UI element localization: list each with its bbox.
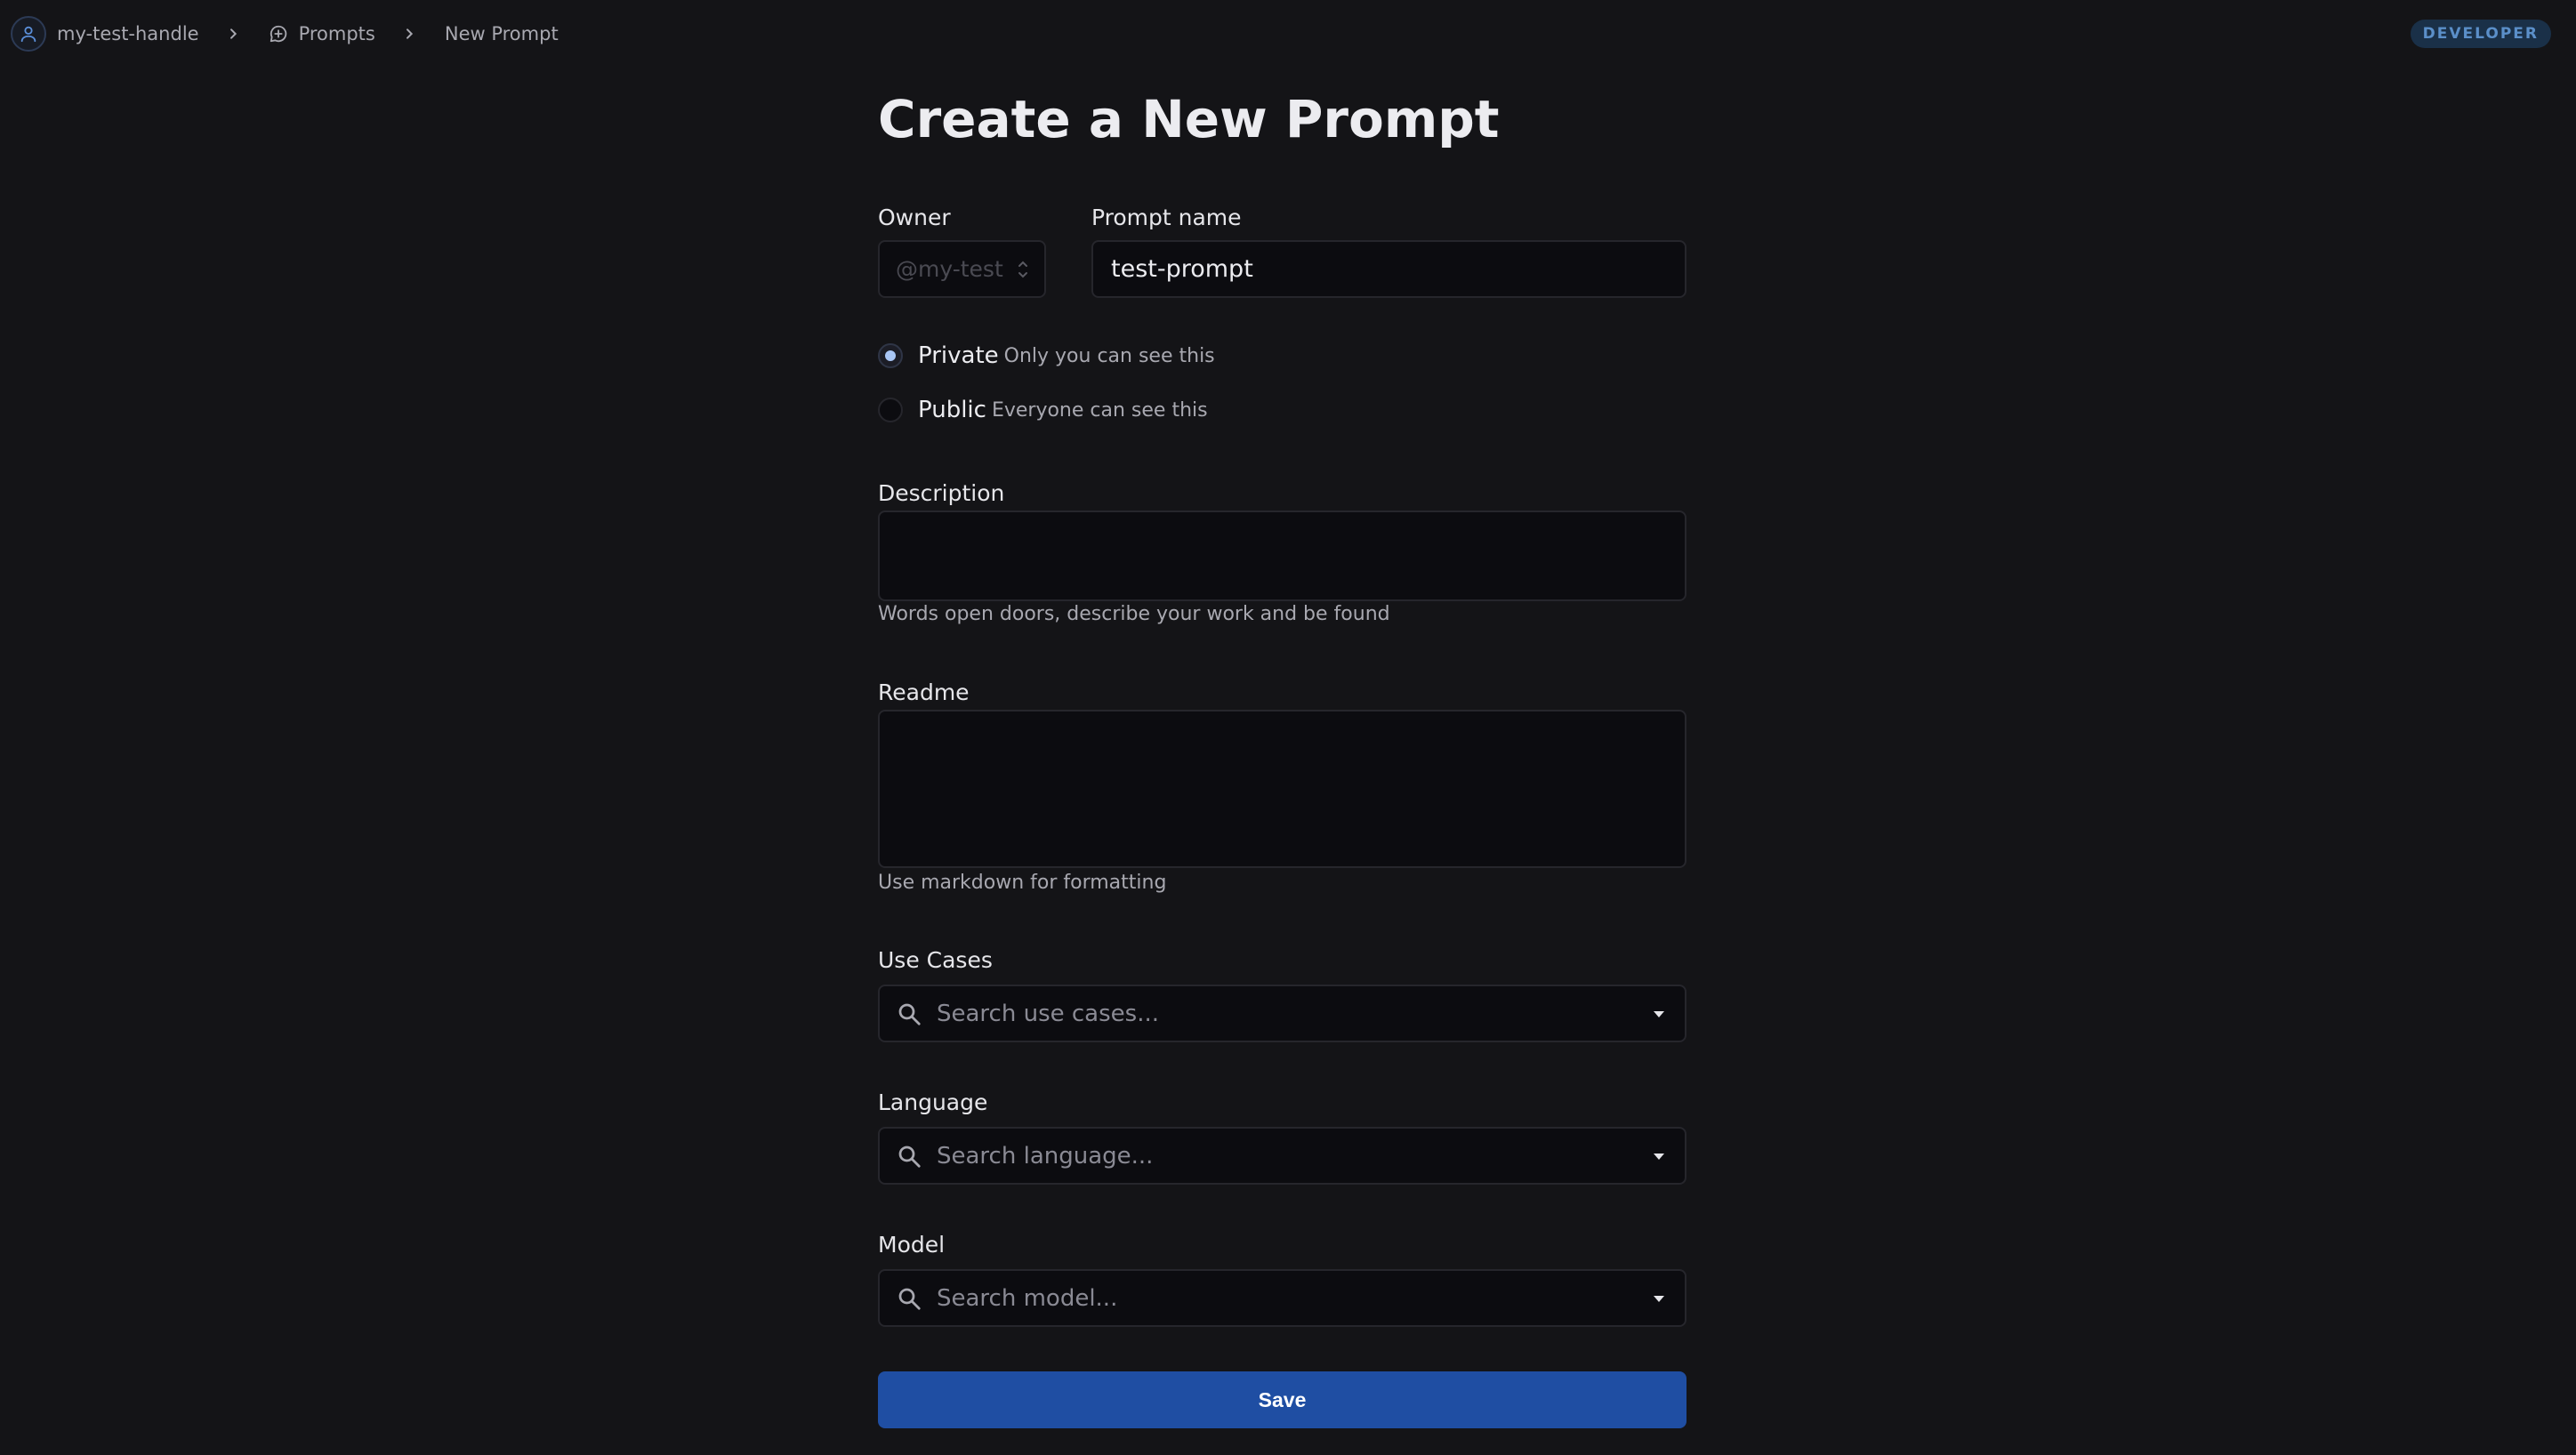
language-combobox[interactable]: Search language... [878, 1127, 1686, 1185]
use-cases-combobox[interactable]: Search use cases... [878, 985, 1686, 1042]
private-radio[interactable] [878, 343, 903, 368]
description-textarea[interactable] [878, 510, 1686, 601]
private-hint: Only you can see this [1003, 344, 1215, 367]
up-down-chevron-icon [1016, 258, 1030, 281]
public-radio[interactable] [878, 398, 903, 422]
developer-badge: DEVELOPER [2410, 20, 2551, 48]
caret-down-icon[interactable] [1653, 1009, 1665, 1018]
caret-down-icon[interactable] [1653, 1152, 1665, 1161]
language-label: Language [878, 1089, 988, 1115]
prompt-name-input[interactable]: test-prompt [1091, 240, 1686, 298]
page-title: Create a New Prompt [878, 89, 1500, 149]
chevron-right-icon [226, 27, 240, 41]
chevron-right-icon [402, 27, 416, 41]
breadcrumb-current: New Prompt [444, 23, 559, 44]
owner-value: @my-test [896, 256, 1003, 282]
language-placeholder: Search language... [937, 1142, 1154, 1170]
private-label: Private [918, 342, 999, 369]
model-label: Model [878, 1232, 946, 1258]
user-icon[interactable] [11, 16, 46, 52]
public-hint: Everyone can see this [991, 398, 1208, 422]
breadcrumb-prompts[interactable]: Prompts [299, 23, 375, 44]
use-cases-label: Use Cases [878, 947, 993, 973]
visibility-private-option[interactable]: Private Only you can see this [878, 342, 1215, 369]
use-cases-placeholder: Search use cases... [937, 1000, 1159, 1027]
owner-select[interactable]: @my-test [878, 240, 1046, 298]
search-icon [896, 1143, 922, 1170]
caret-down-icon[interactable] [1653, 1294, 1665, 1303]
prompt-name-label: Prompt name [1091, 205, 1242, 230]
prompt-name-value: test-prompt [1111, 255, 1253, 283]
search-icon [896, 1001, 922, 1027]
visibility-public-option[interactable]: Public Everyone can see this [878, 397, 1208, 423]
breadcrumb-user[interactable]: my-test-handle [57, 23, 199, 44]
model-combobox[interactable]: Search model... [878, 1269, 1686, 1327]
breadcrumb: my-test-handle Prompts New Prompt [11, 16, 559, 52]
readme-textarea[interactable] [878, 710, 1686, 868]
model-placeholder: Search model... [937, 1284, 1118, 1312]
owner-label: Owner [878, 205, 951, 230]
search-icon [896, 1285, 922, 1312]
description-helper: Words open doors, describe your work and… [878, 603, 1390, 625]
save-button[interactable]: Save [878, 1371, 1686, 1428]
readme-helper: Use markdown for formatting [878, 872, 1167, 894]
readme-label: Readme [878, 679, 970, 705]
top-bar: my-test-handle Prompts New Prompt DEVELO… [0, 0, 2576, 68]
public-label: Public [918, 397, 986, 423]
chat-bubble-plus-icon [269, 24, 288, 44]
description-label: Description [878, 480, 1005, 506]
